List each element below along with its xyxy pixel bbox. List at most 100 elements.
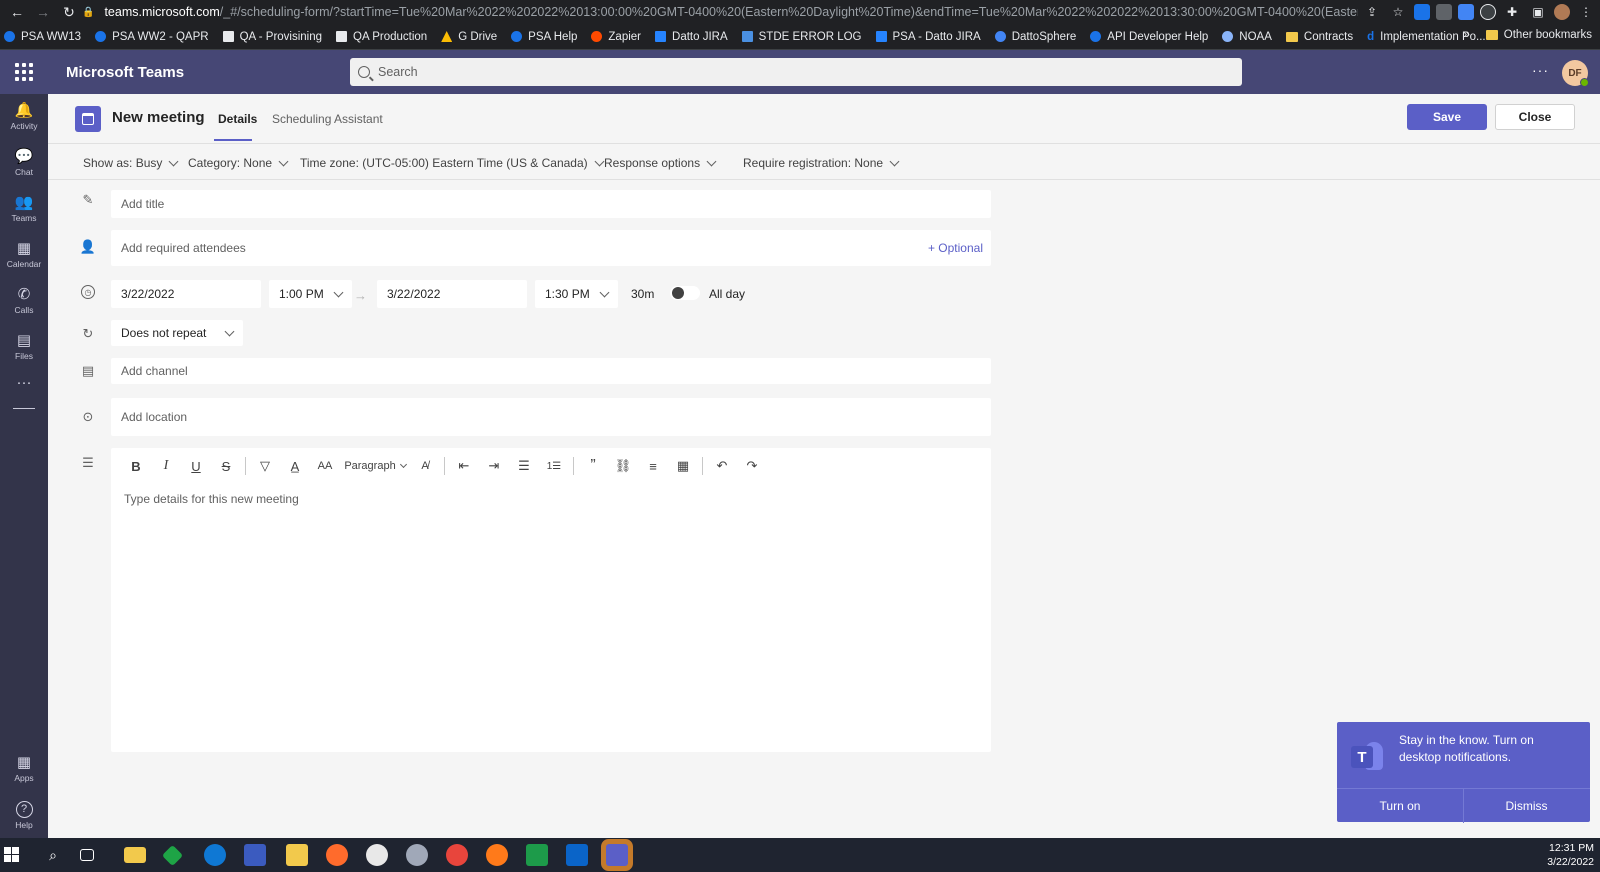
extension-icon[interactable] [1436, 4, 1452, 20]
end-time-dropdown[interactable]: 1:30 PM [535, 280, 618, 308]
close-button[interactable]: Close [1495, 104, 1575, 130]
bookmarks-overflow-button[interactable]: » [1463, 29, 1469, 41]
firefox-icon[interactable] [486, 844, 508, 866]
meeting-details-editor[interactable]: B I U S ▽ A̲ AA Paragraph A̸ ⇤ ⇥ ☰ 1☰ ” … [111, 448, 991, 752]
file-explorer-icon[interactable] [124, 847, 146, 863]
rail-item-chat[interactable]: 💬 Chat [0, 140, 48, 186]
category-dropdown[interactable]: Category: None [188, 156, 289, 170]
redo-icon[interactable]: ↷ [737, 454, 767, 478]
horizontal-rule-icon[interactable]: ≡ [638, 454, 668, 478]
back-icon[interactable]: ← [4, 1, 30, 23]
rail-item-help[interactable]: ? Help [0, 792, 48, 838]
search-input[interactable]: Search [350, 58, 1242, 86]
rail-item-activity[interactable]: 🔔 Activity [0, 94, 48, 140]
puzzle-icon[interactable]: ✚ [1502, 2, 1522, 22]
bookmark[interactable]: Zapier [591, 31, 641, 43]
edge-icon[interactable] [204, 844, 226, 866]
location-input[interactable]: Add location [111, 398, 991, 436]
rail-more-button[interactable]: ··· [0, 370, 48, 398]
reload-icon[interactable]: ↻ [56, 1, 82, 23]
save-button[interactable]: Save [1407, 104, 1487, 130]
sticky-notes-icon[interactable] [286, 844, 308, 866]
italic-button[interactable]: I [151, 454, 181, 478]
quote-icon[interactable]: ” [578, 454, 608, 478]
attendees-input[interactable]: Add required attendees + Optional [111, 230, 991, 266]
highlight-icon[interactable]: ▽ [250, 454, 280, 478]
app-icon[interactable] [244, 844, 266, 866]
extension-icon[interactable] [1458, 4, 1474, 20]
optional-attendees-link[interactable]: + Optional [928, 241, 983, 255]
rail-item-calls[interactable]: ✆ Calls [0, 278, 48, 324]
outlook-icon[interactable] [566, 844, 588, 866]
bookmark[interactable]: Datto JIRA [655, 31, 728, 43]
outdent-icon[interactable]: ⇤ [449, 454, 479, 478]
bookmark[interactable]: NOAA [1222, 31, 1272, 43]
undo-icon[interactable]: ↶ [707, 454, 737, 478]
rail-item-apps[interactable]: ▦ Apps [0, 746, 48, 792]
profile-icon[interactable] [1554, 4, 1570, 20]
tab-scheduling-assistant[interactable]: Scheduling Assistant [272, 112, 383, 126]
registration-dropdown[interactable]: Require registration: None [743, 156, 900, 170]
show-as-dropdown[interactable]: Show as: Busy [83, 156, 179, 170]
tab-details[interactable]: Details [218, 112, 257, 126]
app-icon[interactable] [406, 844, 428, 866]
slack-icon[interactable] [366, 844, 388, 866]
avatar[interactable]: DF [1562, 60, 1589, 87]
font-color-icon[interactable]: A̲ [280, 454, 310, 478]
repeat-dropdown[interactable]: Does not repeat [111, 320, 243, 346]
lock-icon[interactable]: 🔒 [82, 7, 94, 18]
task-view-icon[interactable] [80, 849, 94, 861]
response-options-dropdown[interactable]: Response options [604, 156, 717, 170]
font-size-icon[interactable]: AA [310, 454, 340, 478]
sidepanel-icon[interactable]: ▣ [1528, 2, 1548, 22]
share-icon[interactable]: ⇪ [1362, 2, 1382, 22]
bullet-list-icon[interactable]: ☰ [509, 454, 539, 478]
start-time-dropdown[interactable]: 1:00 PM [269, 280, 352, 308]
bookmark[interactable]: Contracts [1285, 31, 1353, 43]
bookmark[interactable]: STDE ERROR LOG [741, 31, 862, 43]
app-icon[interactable] [526, 844, 548, 866]
rail-item-calendar[interactable]: ▦ Calendar [0, 232, 48, 278]
bookmark[interactable]: PSA WW2 - QAPR [95, 31, 209, 43]
paragraph-dropdown[interactable]: Paragraph [340, 460, 410, 472]
star-icon[interactable]: ☆ [1388, 2, 1408, 22]
bookmark[interactable]: G Drive [441, 31, 497, 43]
table-icon[interactable]: ▦ [668, 454, 698, 478]
numbered-list-icon[interactable]: 1☰ [539, 454, 569, 478]
bookmark[interactable]: QA Production [336, 31, 427, 43]
address-bar[interactable]: 🔒 teams.microsoft.com/_#/scheduling-form… [82, 1, 1358, 23]
bookmark[interactable]: PSA - Datto JIRA [875, 31, 981, 43]
bookmark[interactable]: API Developer Help [1090, 31, 1208, 43]
bold-button[interactable]: B [121, 454, 151, 478]
rail-item-teams[interactable]: 👥 Teams [0, 186, 48, 232]
app-icon[interactable] [326, 844, 348, 866]
link-icon[interactable]: ⛓ [608, 454, 638, 478]
search-icon[interactable]: ⌕ [42, 844, 64, 866]
indent-icon[interactable]: ⇥ [479, 454, 509, 478]
forward-icon[interactable]: → [30, 1, 56, 23]
all-day-toggle[interactable] [670, 286, 700, 300]
windows-start-icon[interactable] [4, 847, 19, 862]
more-options-button[interactable]: ··· [1532, 62, 1549, 78]
channel-input[interactable]: Add channel [111, 358, 991, 384]
start-date-input[interactable]: 3/22/2022 [111, 280, 261, 308]
other-bookmarks[interactable]: Other bookmarks [1504, 29, 1592, 41]
end-date-input[interactable]: 3/22/2022 [377, 280, 527, 308]
turn-on-button[interactable]: Turn on [1337, 789, 1463, 823]
time-zone-dropdown[interactable]: Time zone: (UTC-05:00) Eastern Time (US … [300, 156, 605, 170]
title-input[interactable]: Add title [111, 190, 991, 218]
bookmark[interactable]: PSA Help [511, 31, 577, 43]
bookmark[interactable]: PSA WW13 [4, 31, 81, 43]
kebab-icon[interactable]: ⋮ [1576, 2, 1596, 22]
app-icon[interactable] [161, 844, 184, 867]
strikethrough-button[interactable]: S [211, 454, 241, 478]
app-launcher-button[interactable] [0, 50, 48, 94]
underline-button[interactable]: U [181, 454, 211, 478]
bookmark[interactable]: QA - Provisining [222, 31, 322, 43]
bookmark[interactable]: DattoSphere [994, 31, 1076, 43]
chrome-icon[interactable] [446, 844, 468, 866]
dismiss-button[interactable]: Dismiss [1463, 789, 1589, 823]
system-clock[interactable]: 12:31 PM 3/22/2022 [1547, 841, 1594, 869]
extension-icon[interactable] [1414, 4, 1430, 20]
extension-icon[interactable] [1480, 4, 1496, 20]
